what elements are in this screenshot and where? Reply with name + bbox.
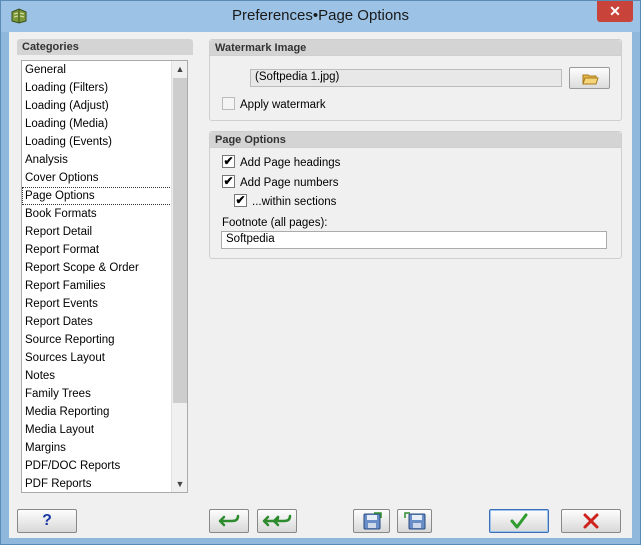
load-settings-button[interactable] (397, 509, 432, 533)
dialog-body: Categories General Loading (Filters) Loadi… (9, 32, 632, 538)
watermark-group: Watermark Image (Softpedia 1.jpg) Apply … (209, 39, 622, 121)
apply-watermark-label: Apply watermark (240, 99, 326, 111)
category-item[interactable]: Report Dates (22, 313, 187, 331)
undo-all-button[interactable] (257, 509, 297, 533)
help-button[interactable]: ? (17, 509, 77, 533)
category-item[interactable]: Book Formats (22, 205, 187, 223)
ok-button[interactable] (489, 509, 549, 533)
category-item[interactable]: Analysis (22, 151, 187, 169)
undo-button[interactable] (209, 509, 249, 533)
add-page-numbers-checkbox[interactable]: ✔ (222, 175, 235, 189)
category-item[interactable]: Loading (Filters) (22, 79, 187, 97)
category-item[interactable]: Loading (Adjust) (22, 97, 187, 115)
apply-watermark-row[interactable]: Apply watermark (222, 97, 326, 113)
categories-list[interactable]: General Loading (Filters) Loading (Adjust)… (21, 60, 188, 493)
category-item[interactable]: General (22, 61, 187, 79)
undo-arrow-icon (218, 514, 240, 527)
category-item[interactable]: Family Trees (22, 385, 187, 403)
title-bar[interactable]: Preferences•Page Options ✕ (1, 1, 640, 32)
category-item[interactable]: Report Detail (22, 223, 187, 241)
category-item[interactable]: Loading (Events) (22, 133, 187, 151)
category-item[interactable]: Page Options (22, 187, 172, 205)
add-page-headings-checkbox[interactable]: ✔ (222, 155, 235, 169)
preferences-window: Preferences•Page Options ✕ Categories Ge… (0, 0, 641, 545)
category-item[interactable]: Report Format (22, 241, 187, 259)
add-page-headings-row[interactable]: ✔ Add Page headings (222, 155, 340, 171)
categories-panel: Categories General Loading (Filters) Loadi… (17, 39, 193, 495)
within-sections-checkbox[interactable]: ✔ (234, 194, 247, 208)
undo-all-arrow-icon (262, 514, 292, 527)
category-item[interactable]: Report Events (22, 295, 187, 313)
folder-open-icon (582, 74, 599, 85)
browse-folder-button[interactable] (569, 67, 610, 89)
category-item[interactable]: Margins (22, 439, 187, 457)
category-item[interactable]: Report Families (22, 277, 187, 295)
apply-watermark-checkbox[interactable] (222, 97, 235, 111)
x-icon (583, 513, 599, 529)
cancel-button[interactable] (561, 509, 621, 533)
scroll-up-arrow-icon[interactable]: ▲ (172, 61, 187, 77)
category-item[interactable]: Media Reporting (22, 403, 187, 421)
category-item[interactable]: Report Scope & Order (22, 259, 187, 277)
category-item[interactable]: Sources Layout (22, 349, 187, 367)
categories-scrollbar[interactable]: ▲ ▼ (171, 61, 187, 492)
save-disk-icon (363, 512, 382, 530)
scroll-thumb[interactable] (173, 78, 187, 403)
checkmark-icon (510, 513, 528, 529)
close-icon: ✕ (609, 3, 621, 19)
category-item[interactable]: PDF/DOC Reports (22, 457, 187, 475)
window-title: Preferences•Page Options (231, 7, 410, 24)
close-button[interactable]: ✕ (597, 1, 633, 22)
save-settings-button[interactable] (353, 509, 390, 533)
category-item[interactable]: Media Layout (22, 421, 187, 439)
within-sections-row[interactable]: ✔ ...within sections (234, 194, 336, 210)
page-options-group: Page Options ✔ Add Page headings ✔ Add Pag… (209, 131, 622, 259)
category-item[interactable]: Source Reporting (22, 331, 187, 349)
watermark-header: Watermark Image (210, 40, 621, 56)
watermark-file-field: (Softpedia 1.jpg) (250, 69, 562, 87)
categories-header: Categories (17, 39, 193, 55)
footnote-label: Footnote (all pages): (222, 217, 328, 229)
add-page-headings-label: Add Page headings (240, 157, 341, 169)
scroll-down-arrow-icon[interactable]: ▼ (172, 476, 187, 492)
add-page-numbers-label: Add Page numbers (240, 177, 339, 189)
footnote-input[interactable]: Softpedia (221, 231, 607, 249)
category-item[interactable]: Loading (Media) (22, 115, 187, 133)
category-item[interactable]: PDF Reports (22, 475, 187, 492)
category-item[interactable]: Notes (22, 367, 187, 385)
category-item[interactable]: Cover Options (22, 169, 187, 187)
load-disk-icon (403, 512, 425, 530)
categories-items: General Loading (Filters) Loading (Adjust)… (22, 61, 187, 492)
within-sections-label: ...within sections (252, 196, 337, 208)
page-options-header: Page Options (210, 132, 621, 148)
add-page-numbers-row[interactable]: ✔ Add Page numbers (222, 175, 338, 191)
